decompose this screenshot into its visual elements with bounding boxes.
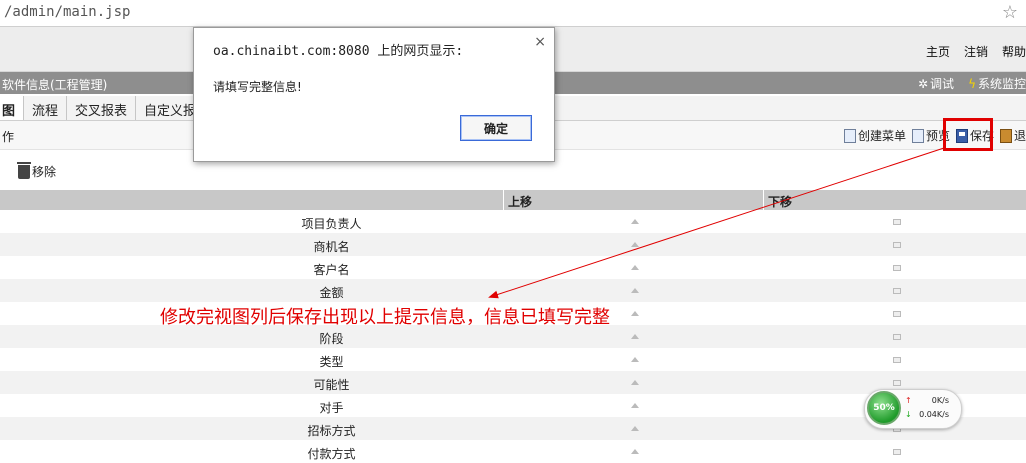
download-speed: 0.04K/s [919, 410, 949, 419]
upload-arrow-icon: ↑ [905, 396, 912, 405]
dialog-title: oa.chinaibt.com:8080 上的网页显示: [213, 44, 464, 59]
network-speed-widget[interactable]: 50% ↑ ↓ 0K/s 0.04K/s [864, 389, 962, 429]
usage-gauge: 50% [867, 391, 901, 425]
dialog-message: 请填写完整信息! [213, 80, 302, 94]
close-icon[interactable]: × [534, 34, 546, 50]
ok-button[interactable]: 确定 [460, 115, 532, 141]
upload-speed: 0K/s [931, 396, 949, 405]
alert-dialog: oa.chinaibt.com:8080 上的网页显示: × 请填写完整信息! … [193, 27, 555, 162]
download-arrow-icon: ↓ [905, 410, 912, 419]
annotation-text: 修改完视图列后保存出现以上提示信息，信息已填写完整 [160, 307, 610, 328]
